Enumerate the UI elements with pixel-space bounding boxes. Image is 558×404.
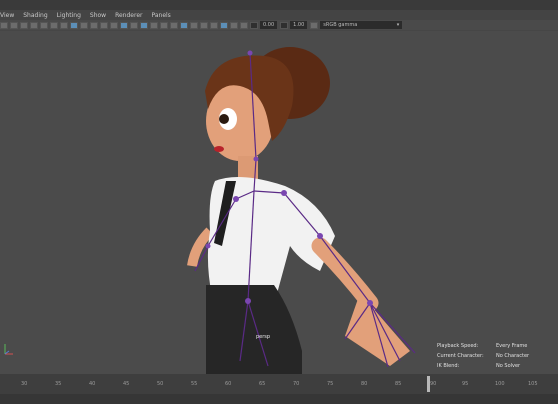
default-material-icon[interactable] [130, 21, 138, 29]
menu-panels[interactable]: Panels [151, 12, 170, 19]
frame-tick: 65 [259, 381, 266, 387]
xray-joints-icon[interactable] [240, 21, 248, 29]
field-chart-icon[interactable] [80, 21, 88, 29]
chevron-down-icon: ▾ [396, 22, 400, 28]
wireframe-icon[interactable] [110, 21, 118, 29]
frame-tick: 55 [191, 381, 198, 387]
xray-active-icon[interactable] [230, 21, 238, 29]
front-arm [311, 237, 379, 312]
menu-renderer[interactable]: Renderer [115, 12, 142, 19]
xray-icon[interactable] [220, 21, 228, 29]
hud-character-value: No Character [496, 353, 530, 359]
depth-of-field-icon[interactable] [200, 21, 208, 29]
frame-tick: 45 [123, 381, 130, 387]
frame-tick: 100 [495, 381, 505, 387]
motion-blur-icon[interactable] [180, 21, 188, 29]
gamma-icon[interactable] [280, 21, 289, 29]
hud-playback-value: Every Frame [496, 343, 528, 349]
lock-camera-icon[interactable] [10, 21, 18, 29]
screen-space-ao-icon[interactable] [170, 21, 178, 29]
safe-action-icon[interactable] [90, 21, 98, 29]
hud-playback-label: Playback Speed: [437, 343, 479, 349]
frame-tick: 105 [528, 381, 538, 387]
time-slider[interactable]: 30 35 40 45 50 55 60 65 70 75 80 85 90 9… [0, 374, 558, 394]
pants [206, 285, 302, 374]
lights-icon[interactable] [150, 21, 158, 29]
colorspace-dropdown[interactable]: sRGB gamma ▾ [320, 21, 403, 29]
bookmark-icon[interactable] [20, 21, 28, 29]
forearm-bone [319, 235, 371, 304]
frame-tick: 90 [430, 381, 437, 387]
frame-tick: 80 [361, 381, 368, 387]
textured-icon[interactable] [140, 21, 148, 29]
shadows-icon[interactable] [160, 21, 168, 29]
hud-ikblend-value: No Solver [496, 363, 521, 369]
camera-label: persp [256, 334, 271, 340]
frame-tick: 40 [89, 381, 96, 387]
hud-character-label: Current Character: [437, 353, 484, 359]
resolution-gate-icon[interactable] [60, 21, 68, 29]
grid-icon[interactable] [40, 21, 48, 29]
menu-lighting[interactable]: Lighting [57, 12, 81, 19]
exposure-field[interactable]: 0.00 [260, 21, 278, 29]
joint-shoulder[interactable] [281, 190, 287, 196]
frame-tick: 95 [462, 381, 469, 387]
view-axis-icon [4, 344, 13, 355]
window-top-strip [0, 0, 558, 10]
exposure-icon[interactable] [250, 21, 258, 29]
panel-toolbar: 0.00 1.00 sRGB gamma ▾ [0, 20, 558, 30]
menu-show[interactable]: Show [90, 12, 106, 19]
joint-wrist[interactable] [367, 300, 373, 306]
frame-tick: 30 [21, 381, 28, 387]
frame-tick: 35 [55, 381, 62, 387]
smooth-shade-icon[interactable] [120, 21, 128, 29]
joint-neck[interactable] [253, 156, 259, 162]
character-render [187, 47, 416, 374]
panel-menu-bar: View Shading Lighting Show Renderer Pane… [0, 10, 558, 20]
image-plane-icon[interactable] [30, 21, 38, 29]
joint-elbow[interactable] [317, 233, 323, 239]
frame-tick: 60 [225, 381, 232, 387]
colorspace-icon[interactable] [310, 21, 319, 29]
frame-tick: 85 [395, 381, 402, 387]
frame-tick: 75 [327, 381, 334, 387]
range-slider[interactable] [0, 394, 558, 404]
film-gate-icon[interactable] [50, 21, 58, 29]
lips [214, 146, 224, 152]
colorspace-value: sRGB gamma [323, 22, 358, 28]
perspective-viewport[interactable]: Playback Speed: Every Frame Current Char… [0, 31, 558, 374]
menu-view[interactable]: View [0, 12, 14, 19]
frame-tick: 70 [293, 381, 300, 387]
joint-head-top[interactable] [247, 50, 253, 56]
safe-title-icon[interactable] [100, 21, 108, 29]
gamma-field[interactable]: 1.00 [290, 21, 308, 29]
multisample-aa-icon[interactable] [190, 21, 198, 29]
isolate-select-icon[interactable] [210, 21, 218, 29]
joint-hips[interactable] [245, 298, 251, 304]
hud-ikblend-label: IK Blend: [437, 363, 460, 369]
frame-tick: 50 [157, 381, 164, 387]
gate-mask-icon[interactable] [70, 21, 78, 29]
joint-back-elbow[interactable] [205, 243, 211, 249]
select-camera-icon[interactable] [0, 21, 8, 29]
joint-back-shoulder[interactable] [233, 196, 239, 202]
menu-shading[interactable]: Shading [23, 12, 47, 19]
current-frame-playhead[interactable] [427, 376, 430, 392]
pupil [219, 114, 229, 124]
